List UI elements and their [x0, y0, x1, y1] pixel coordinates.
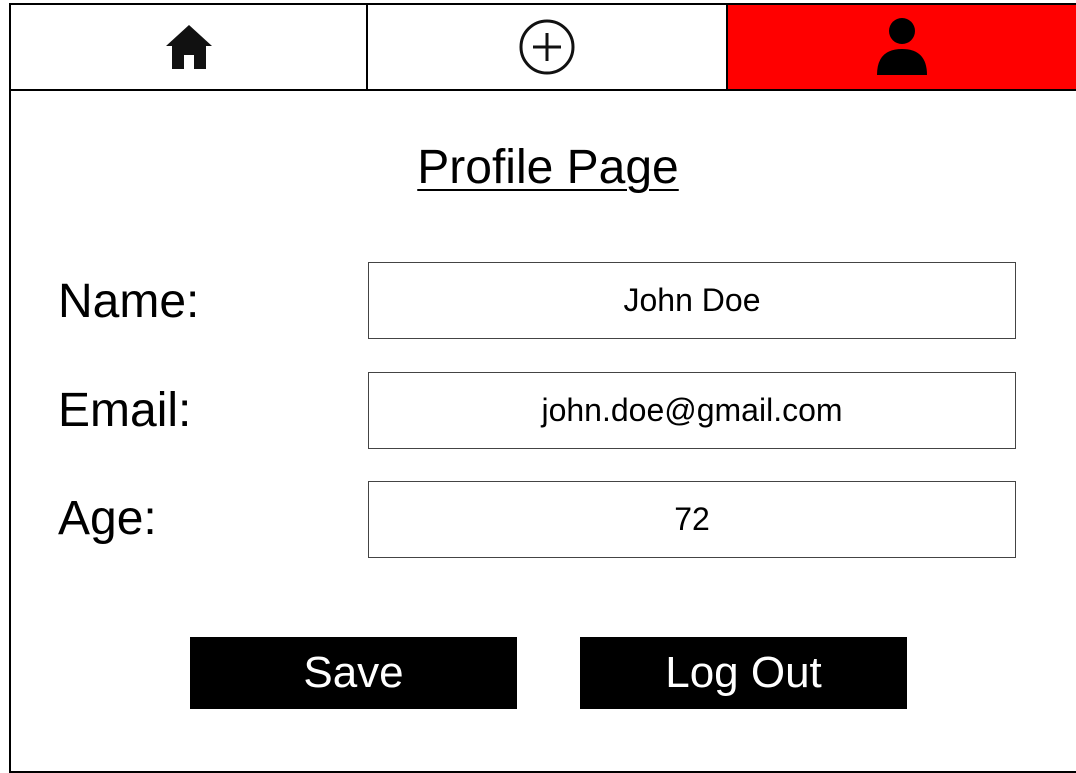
- age-input[interactable]: [368, 481, 1016, 558]
- tab-profile[interactable]: [728, 5, 1076, 89]
- email-label: Email:: [58, 384, 192, 437]
- page-title: Profile Page: [417, 141, 679, 194]
- top-tab-bar: [9, 3, 1076, 91]
- add-circle-icon: [517, 17, 577, 77]
- home-icon: [163, 22, 215, 72]
- tab-add[interactable]: [368, 5, 728, 89]
- age-label: Age:: [58, 492, 157, 545]
- name-label: Name:: [58, 275, 200, 328]
- logout-button[interactable]: Log Out: [580, 637, 907, 709]
- user-profile-icon: [874, 17, 930, 77]
- tab-home[interactable]: [11, 5, 368, 89]
- email-input[interactable]: [368, 372, 1016, 449]
- save-button[interactable]: Save: [190, 637, 517, 709]
- name-input[interactable]: [368, 262, 1016, 339]
